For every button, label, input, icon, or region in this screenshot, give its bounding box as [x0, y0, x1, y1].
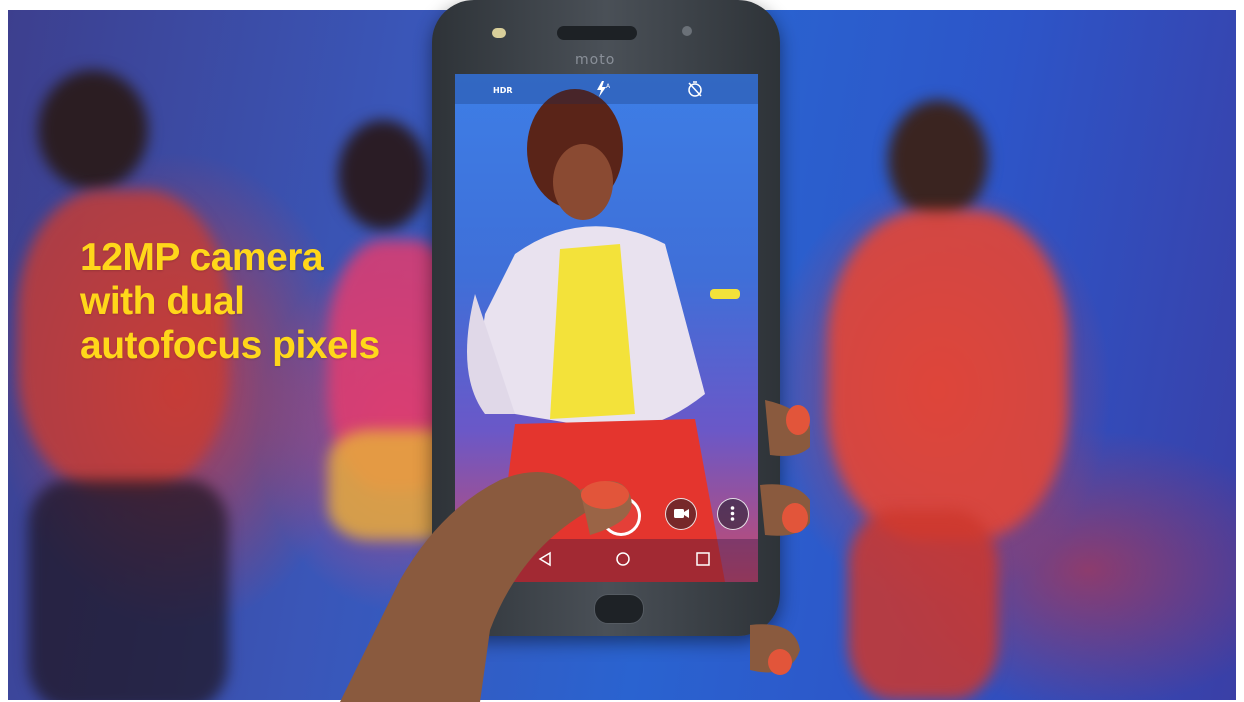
holding-hand — [340, 400, 810, 702]
flash-auto-icon[interactable]: A — [595, 80, 611, 98]
brand-logo: moto — [575, 52, 616, 68]
headline-line-2: with dual — [80, 280, 245, 323]
camera-top-bar: HDR A — [455, 74, 758, 104]
bg-person-left — [38, 70, 148, 190]
front-camera-icon — [492, 28, 506, 38]
svg-text:A: A — [606, 83, 611, 90]
headline-line-1: 12MP camera — [80, 236, 324, 279]
bg-person-right-legs — [848, 510, 998, 700]
bg-person-right — [888, 100, 988, 220]
timer-off-icon[interactable] — [687, 80, 703, 98]
bg-person-right-body — [828, 210, 1068, 540]
hdr-button-label[interactable]: HDR — [493, 86, 513, 95]
headline-line-3: autofocus pixels — [80, 324, 380, 367]
bg-person-center — [338, 120, 428, 230]
bg-floor-left — [28, 480, 228, 700]
sensor-icon — [682, 26, 692, 36]
earpiece — [557, 26, 637, 40]
feature-headline: 12MP camera with dual autofocus pixels — [80, 236, 380, 368]
